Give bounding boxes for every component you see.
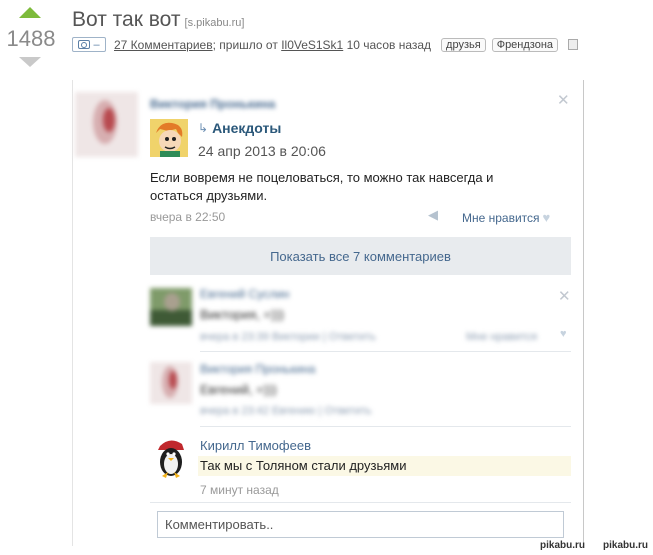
comment3-name[interactable]: Кирилл Тимофеев bbox=[200, 438, 311, 453]
save-icon[interactable] bbox=[568, 39, 579, 50]
show-all-label: Показать все 7 комментариев bbox=[270, 248, 451, 264]
comment2-text: Евгений, =))) bbox=[200, 382, 277, 397]
photo-badge-suffix: – bbox=[93, 38, 100, 51]
downvote-arrow-icon[interactable] bbox=[19, 57, 41, 67]
post-title-text[interactable]: Вот так вот bbox=[72, 8, 181, 31]
watermark-left: pikabu.ru bbox=[540, 540, 586, 551]
heart-icon: ♥ bbox=[542, 210, 551, 225]
comment1-meta[interactable]: вчера в 23:39 Виктории | Ответить bbox=[200, 331, 376, 343]
time-ago: 10 часов назад bbox=[346, 37, 432, 52]
post-time[interactable]: вчера в 22:50 bbox=[150, 210, 225, 224]
comment-divider-1 bbox=[200, 351, 571, 352]
comment1-close-icon[interactable]: ✕ bbox=[558, 287, 571, 305]
like-label: Мне нравится bbox=[462, 210, 540, 225]
photo-badge[interactable]: – bbox=[72, 37, 106, 52]
comment2-name[interactable]: Виктория Пронькина bbox=[200, 362, 315, 376]
comment1-heart-icon[interactable]: ♥ bbox=[560, 328, 567, 340]
group-avatar-cartoon[interactable] bbox=[150, 119, 188, 157]
top-user-avatar bbox=[75, 92, 138, 157]
comment3-meta[interactable]: 7 минут назад bbox=[200, 483, 279, 497]
megaphone-icon[interactable]: ◀ bbox=[428, 207, 438, 223]
watermark-right: pikabu.ru bbox=[603, 540, 649, 551]
from-text: ; пришло от bbox=[212, 37, 278, 52]
comment1-avatar bbox=[150, 288, 192, 326]
comment3-avatar-penguin[interactable] bbox=[150, 436, 192, 478]
author-link[interactable]: Il0VeS1Sk1 bbox=[281, 38, 343, 52]
post-source: [s.pikabu.ru] bbox=[184, 17, 245, 29]
comment1-name[interactable]: Евгений Суслин bbox=[200, 287, 289, 301]
close-icon[interactable]: ✕ bbox=[557, 91, 570, 109]
group-post-date[interactable]: 24 апр 2013 в 20:06 bbox=[198, 143, 326, 159]
comment2-meta[interactable]: вчера в 23:42 Евгению | Ответить bbox=[200, 405, 372, 417]
rating-score: 1488 bbox=[6, 26, 56, 51]
comment-input[interactable]: Комментировать.. bbox=[157, 511, 564, 538]
repost-text: Если вовремя не поцеловаться, то можно т… bbox=[150, 170, 494, 203]
comment2-avatar bbox=[150, 362, 192, 404]
tag-druzya[interactable]: друзья bbox=[441, 37, 486, 52]
input-divider bbox=[150, 502, 571, 503]
comment1-text: Виктория, =))) bbox=[200, 307, 285, 322]
comment1-like[interactable]: Мне нравится bbox=[466, 331, 537, 343]
tag-friendzone[interactable]: Френдзона bbox=[491, 37, 559, 52]
repost-arrow-icon: ↳ bbox=[198, 121, 209, 135]
comment-divider-2 bbox=[200, 426, 571, 427]
upvote-arrow-icon[interactable] bbox=[19, 7, 41, 18]
vk-screenshot-panel bbox=[72, 80, 584, 546]
show-all-comments-button[interactable]: Показать все 7 комментариев bbox=[150, 237, 571, 275]
post-title[interactable]: Вот так вот [s.pikabu.ru] bbox=[72, 8, 244, 32]
group-link[interactable]: ↳ Анекдоты bbox=[198, 120, 281, 136]
top-user-name[interactable]: Виктория Пронькина bbox=[150, 97, 275, 111]
comments-link[interactable]: 27 Комментариев bbox=[114, 38, 213, 52]
group-name[interactable]: Анекдоты bbox=[212, 120, 281, 136]
post-meta: – 27 Комментариев ; пришло от Il0VeS1Sk1… bbox=[72, 37, 579, 52]
camera-icon bbox=[78, 40, 91, 49]
like-button[interactable]: Мне нравится ♥ bbox=[462, 210, 550, 225]
comment3-text: Так мы с Толяном стали друзьями bbox=[200, 458, 407, 473]
